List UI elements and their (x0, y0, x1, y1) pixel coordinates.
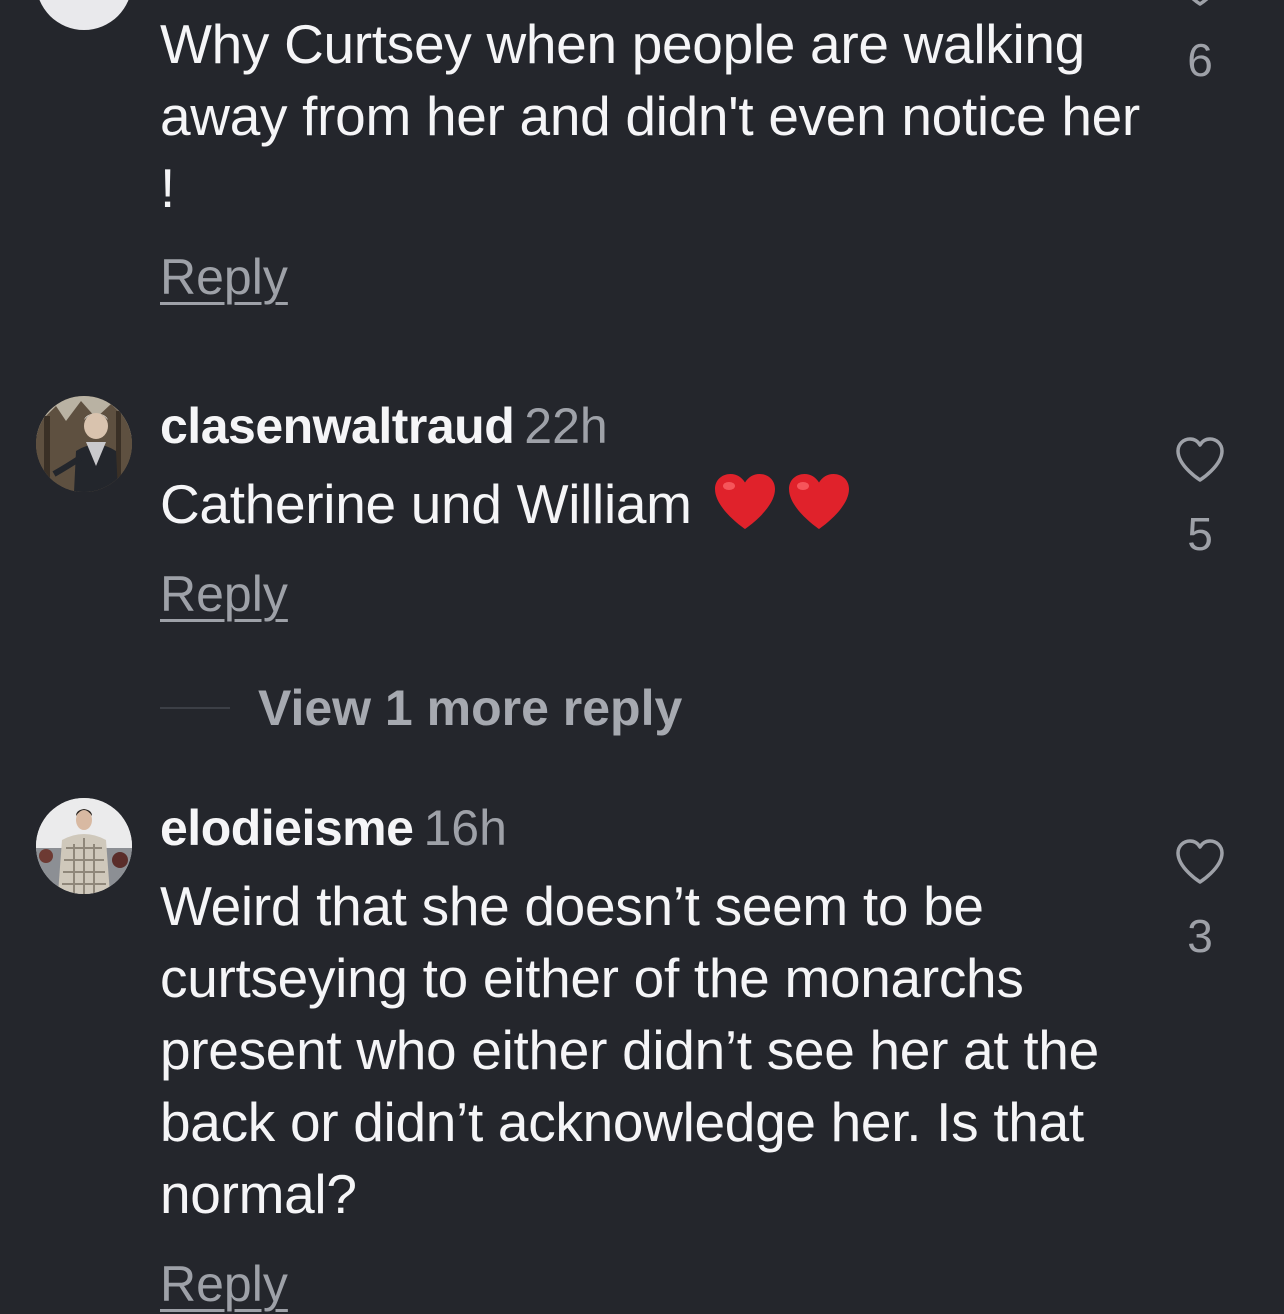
comment-header: clasenwaltraud 22h (160, 396, 608, 456)
comment-text-body: Catherine und William (160, 473, 692, 535)
reply-button[interactable]: Reply (160, 564, 288, 624)
avatar[interactable] (36, 798, 132, 894)
like-count: 6 (1187, 34, 1213, 86)
username[interactable]: elodieisme (160, 800, 414, 856)
red-heart-emoji (714, 474, 775, 529)
avatar[interactable] (36, 396, 132, 492)
like-count: 3 (1187, 910, 1213, 962)
red-heart-emoji (788, 474, 849, 529)
like-count: 5 (1187, 508, 1213, 560)
heart-outline-icon (1191, 0, 1209, 6)
heart-outline-icon (1176, 839, 1224, 884)
divider (160, 707, 230, 709)
like-button[interactable]: 6 (1160, 0, 1240, 88)
timestamp: 22h (524, 398, 608, 454)
like-button[interactable]: 5 (1160, 436, 1240, 562)
like-button[interactable]: 3 (1160, 838, 1240, 964)
comment-text: Catherine und William (160, 468, 1140, 540)
reply-button[interactable]: Reply (160, 1254, 288, 1314)
view-more-label[interactable]: View 1 more reply (258, 678, 682, 738)
timestamp: 16h (423, 800, 507, 856)
username[interactable]: clasenwaltraud (160, 398, 515, 454)
avatar[interactable] (36, 0, 132, 30)
comment-text: Why Curtsey when people are walking away… (160, 13, 1140, 219)
heart-outline-icon (1176, 437, 1224, 482)
comment-header: elodieisme 16h (160, 798, 507, 858)
reply-button[interactable]: Reply (160, 247, 288, 307)
comment-text: Weird that she doesn’t seem to be curtse… (160, 875, 1099, 1225)
